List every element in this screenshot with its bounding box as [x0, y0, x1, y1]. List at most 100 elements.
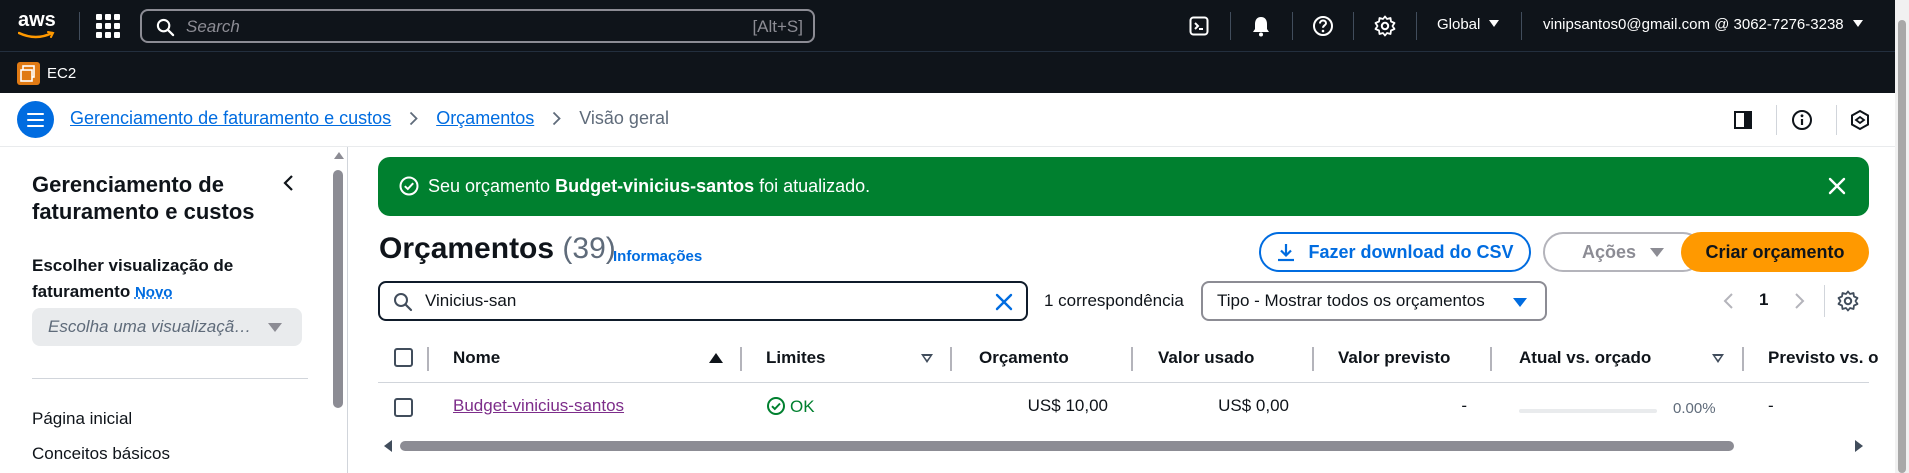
next-page-icon[interactable] — [1794, 292, 1806, 310]
success-flash: Seu orçamento Budget-vinicius-santos foi… — [378, 157, 1869, 216]
download-csv-label: Fazer download do CSV — [1308, 241, 1514, 262]
current-page[interactable]: 1 — [1759, 290, 1768, 310]
aws-console-window: aws Search [Alt+S] Global vinipsantos0@g… — [0, 0, 1909, 473]
side-navigation: Gerenciamento de faturamento e custos Es… — [0, 147, 332, 473]
sort-ascending-icon[interactable] — [709, 353, 723, 363]
divider — [347, 147, 348, 473]
info-link[interactable]: Informações — [613, 248, 702, 265]
close-icon[interactable] — [1827, 176, 1847, 196]
column-divider[interactable] — [950, 347, 952, 371]
page-title-text: Orçamentos — [379, 232, 555, 265]
breadcrumb-billing[interactable]: Gerenciamento de faturamento e custos — [70, 108, 391, 129]
flash-suffix: foi atualizado. — [754, 176, 871, 196]
match-count: 1 correspondência — [1044, 291, 1184, 310]
window-scroll-thumb[interactable] — [1898, 20, 1906, 473]
column-divider[interactable] — [1312, 347, 1314, 371]
success-check-icon — [767, 397, 785, 415]
actual-vs-budget-percent: 0.00% — [1673, 400, 1716, 417]
column-header-budget[interactable]: Orçamento — [979, 348, 1069, 368]
flash-message: Seu orçamento Budget-vinicius-santos foi… — [428, 176, 870, 197]
divider — [1776, 105, 1777, 135]
sidebar-item-home[interactable]: Página inicial — [32, 409, 132, 429]
ec2-service-link[interactable]: EC2 — [47, 65, 76, 82]
top-navigation: aws Search [Alt+S] Global vinipsantos0@g… — [0, 0, 1909, 51]
clear-search-icon[interactable] — [994, 292, 1014, 312]
scroll-left-arrow-icon[interactable] — [384, 440, 392, 452]
info-icon[interactable] — [1790, 108, 1814, 132]
column-divider[interactable] — [1131, 347, 1133, 371]
column-divider[interactable] — [1490, 347, 1492, 371]
side-nav-title[interactable]: Gerenciamento de faturamento e custos — [32, 171, 272, 225]
services-grid-icon[interactable] — [96, 14, 120, 38]
row-checkbox[interactable] — [394, 398, 413, 417]
breadcrumb-budgets[interactable]: Orçamentos — [436, 108, 534, 129]
search-placeholder: Search — [186, 17, 240, 36]
divider — [1292, 12, 1293, 40]
divider — [79, 12, 80, 40]
sort-icon[interactable] — [1712, 354, 1724, 363]
column-header-forecast[interactable]: Valor previsto — [1338, 348, 1450, 368]
gear-icon[interactable] — [1372, 13, 1398, 39]
create-budget-button[interactable]: Criar orçamento — [1681, 232, 1869, 272]
scroll-up-arrow-icon[interactable] — [334, 152, 344, 159]
forecast-amount: - — [1461, 396, 1467, 415]
download-csv-button[interactable]: Fazer download do CSV — [1259, 232, 1531, 272]
column-divider[interactable] — [740, 347, 742, 371]
breadcrumb-bar: Gerenciamento de faturamento e custos Or… — [0, 93, 1909, 147]
global-search[interactable]: Search [Alt+S] — [140, 9, 815, 43]
divider — [1521, 12, 1522, 40]
scroll-right-arrow-icon[interactable] — [1855, 440, 1863, 452]
account-menu[interactable]: vinipsantos0@gmail.com @ 3062-7276-3238 — [1543, 16, 1863, 33]
actual-vs-budget-progress-bar — [1519, 409, 1657, 413]
column-header-actual-vs-budget[interactable]: Atual vs. orçado — [1519, 348, 1651, 368]
billing-view-label: Escolher visualização de faturamento Nov… — [32, 253, 292, 306]
collapse-chevron-icon[interactable] — [282, 174, 294, 197]
flash-prefix: Seu orçamento — [428, 176, 556, 196]
actions-button[interactable]: Ações — [1543, 232, 1703, 272]
ec2-service-icon[interactable] — [17, 62, 40, 85]
search-icon — [394, 293, 413, 312]
aws-smile-icon — [18, 31, 55, 39]
divider — [1353, 12, 1354, 40]
budget-amount: US$ 10,00 — [1027, 396, 1108, 415]
breadcrumb-current: Visão geral — [579, 108, 669, 128]
budget-type-select[interactable]: Tipo - Mostrar todos os orçamentos — [1201, 281, 1547, 321]
caret-down-icon — [268, 323, 282, 332]
select-all-checkbox[interactable] — [394, 348, 413, 367]
menu-toggle-button[interactable] — [17, 101, 54, 138]
divider — [32, 378, 308, 379]
split-panel-icon[interactable] — [1731, 108, 1755, 132]
bell-icon[interactable] — [1248, 13, 1274, 39]
new-badge[interactable]: Novo — [135, 284, 173, 301]
help-icon[interactable] — [1310, 13, 1336, 39]
forecast-vs-budget: - — [1768, 396, 1774, 415]
table-preferences-gear-icon[interactable] — [1837, 290, 1859, 312]
column-divider[interactable] — [1742, 347, 1744, 371]
column-header-limits[interactable]: Limites — [766, 348, 826, 368]
hexagon-settings-icon[interactable] — [1848, 108, 1872, 132]
table-header-divider — [378, 382, 1869, 383]
column-header-name[interactable]: Nome — [453, 348, 500, 368]
sort-icon[interactable] — [921, 354, 933, 363]
budget-name-link[interactable]: Budget-vinicius-santos — [453, 396, 624, 416]
divider — [1416, 12, 1417, 40]
sidebar-item-getting-started[interactable]: Conceitos básicos — [32, 444, 170, 464]
aws-logo[interactable]: aws — [18, 9, 60, 43]
table-horizontal-scroll-thumb[interactable] — [400, 441, 1734, 451]
divider — [1230, 12, 1231, 40]
create-budget-label: Criar orçamento — [1705, 241, 1845, 262]
budget-search-input[interactable]: Vinicius-san — [378, 281, 1028, 321]
column-header-forecast-vs-budget[interactable]: Previsto vs. o — [1768, 348, 1879, 368]
flash-budget-name: Budget-vinicius-santos — [555, 176, 755, 196]
cloudshell-icon[interactable] — [1186, 13, 1212, 39]
billing-view-placeholder: Escolha uma visualizaçã… — [48, 317, 252, 336]
sidebar-scroll-thumb[interactable] — [333, 170, 343, 408]
caret-down-icon — [1852, 20, 1863, 27]
divider — [1824, 285, 1825, 317]
aws-logo-text: aws — [18, 9, 56, 31]
billing-view-select[interactable]: Escolha uma visualizaçã… — [32, 308, 302, 346]
region-selector[interactable]: Global — [1437, 16, 1500, 33]
previous-page-icon[interactable] — [1722, 292, 1734, 310]
column-header-used[interactable]: Valor usado — [1158, 348, 1254, 368]
used-amount: US$ 0,00 — [1218, 396, 1289, 415]
